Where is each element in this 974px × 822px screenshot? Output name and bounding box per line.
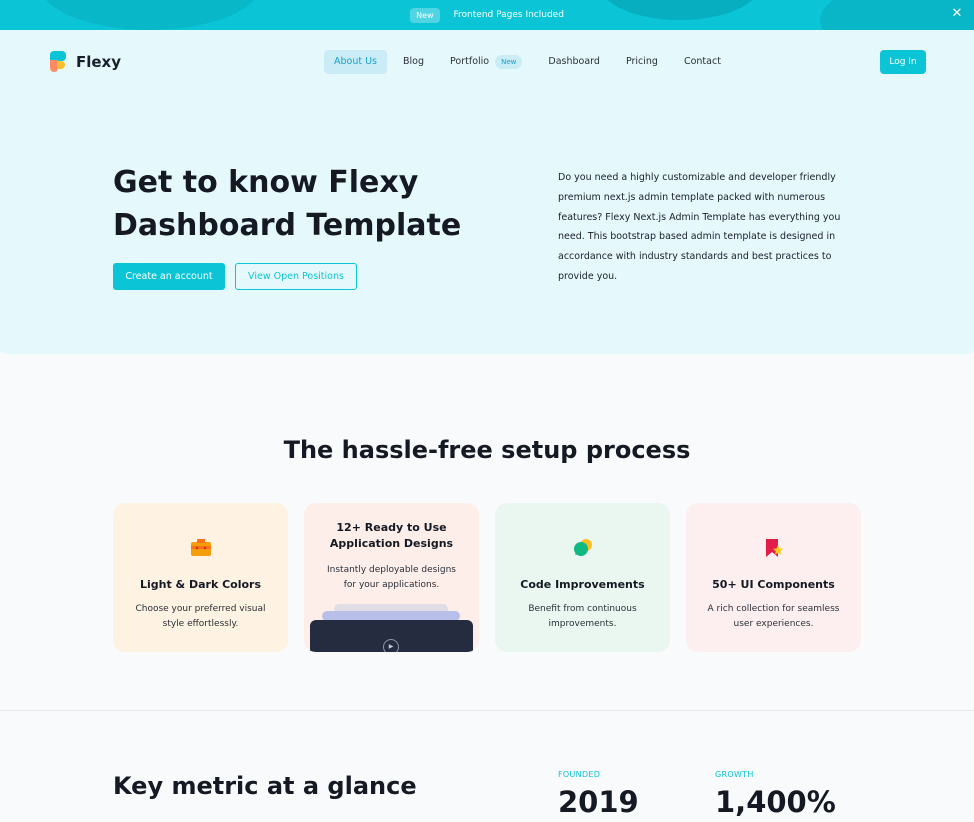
- card-title: 12+ Ready to Use Application Designs: [329, 521, 454, 550]
- chat-icon: [574, 539, 592, 556]
- nav-item-dashboard[interactable]: Dashboard: [538, 50, 610, 74]
- banner-text[interactable]: Frontend Pages Included: [454, 10, 564, 20]
- card-description: A rich collection for seamless user expe…: [707, 604, 840, 629]
- feature-card-app-designs[interactable]: 12+ Ready to Use Application Designs Ins…: [304, 503, 479, 652]
- feature-card-ui-components: 50+ UI Components A rich collection for …: [686, 503, 861, 652]
- nav-item-pricing[interactable]: Pricing: [616, 50, 668, 74]
- main-menu: About Us Blog Portfolio New Dashboard Pr…: [324, 50, 737, 74]
- card-description: Benefit from continuous improvements.: [528, 604, 637, 629]
- play-icon[interactable]: ▶: [383, 639, 399, 652]
- logo[interactable]: Flexy: [50, 51, 121, 73]
- hero-title-line: Dashboard Template: [113, 208, 462, 243]
- nav-item-label: Blog: [403, 56, 425, 67]
- metric-label: FOUNDED: [558, 770, 601, 779]
- portfolio-new-badge: New: [495, 55, 523, 69]
- nav-item-label: Contact: [683, 56, 721, 67]
- metric-founded: FOUNDED 2019: [558, 770, 639, 819]
- hero-title: Get to know Flexy Dashboard Template: [113, 161, 473, 247]
- nav-item-label: Pricing: [625, 56, 658, 67]
- banner-new-badge: New: [410, 7, 440, 23]
- card-description: Instantly deployable designs for your ap…: [327, 565, 456, 590]
- metrics-title: Key metric at a glance: [113, 772, 417, 800]
- hero-description: Do you need a highly customizable and de…: [558, 172, 841, 282]
- create-account-button[interactable]: Create an account: [113, 263, 225, 290]
- section-divider: [0, 710, 974, 711]
- setup-section-title: The hassle-free setup process: [283, 436, 691, 464]
- top-navbar: Flexy About Us Blog Portfolio New Dashbo…: [0, 30, 974, 94]
- announcement-banner: New Frontend Pages Included ✕: [0, 0, 974, 30]
- metric-growth: GROWTH 1,400%: [715, 770, 836, 819]
- nav-item-portfolio[interactable]: Portfolio New: [440, 50, 532, 74]
- feature-card-light-dark: Light & Dark Colors Choose your preferre…: [113, 503, 288, 652]
- card-title: Light & Dark Colors: [139, 578, 262, 591]
- palette-icon: [191, 539, 211, 556]
- close-icon[interactable]: ✕: [950, 7, 964, 21]
- logo-text: Flexy: [76, 53, 122, 71]
- nav-item-contact[interactable]: Contact: [674, 50, 731, 74]
- view-open-positions-button[interactable]: View Open Positions: [235, 263, 357, 290]
- feature-card-code-improvements: Code Improvements Benefit from continuou…: [495, 503, 670, 652]
- nav-item-about-us[interactable]: About Us: [324, 50, 388, 74]
- nav-item-label: About Us: [334, 56, 378, 67]
- hero-title-line: Get to know Flexy: [113, 165, 419, 200]
- card-title: 50+ UI Components: [712, 578, 835, 591]
- nav-item-label: Dashboard: [548, 56, 600, 67]
- nav-item-label: Portfolio: [450, 56, 490, 67]
- metric-label: GROWTH: [715, 770, 754, 779]
- flexy-logo-icon: [50, 51, 68, 73]
- card-title: Code Improvements: [520, 578, 645, 591]
- login-button[interactable]: Log In: [880, 50, 926, 74]
- bookmark-star-icon: [766, 539, 783, 557]
- card-description: Choose your preferred visual style effor…: [135, 604, 266, 629]
- metric-value: 2019: [558, 785, 639, 819]
- hero-section: Flexy About Us Blog Portfolio New Dashbo…: [0, 30, 974, 354]
- nav-item-blog[interactable]: Blog: [393, 50, 434, 74]
- metric-value: 1,400%: [715, 785, 836, 819]
